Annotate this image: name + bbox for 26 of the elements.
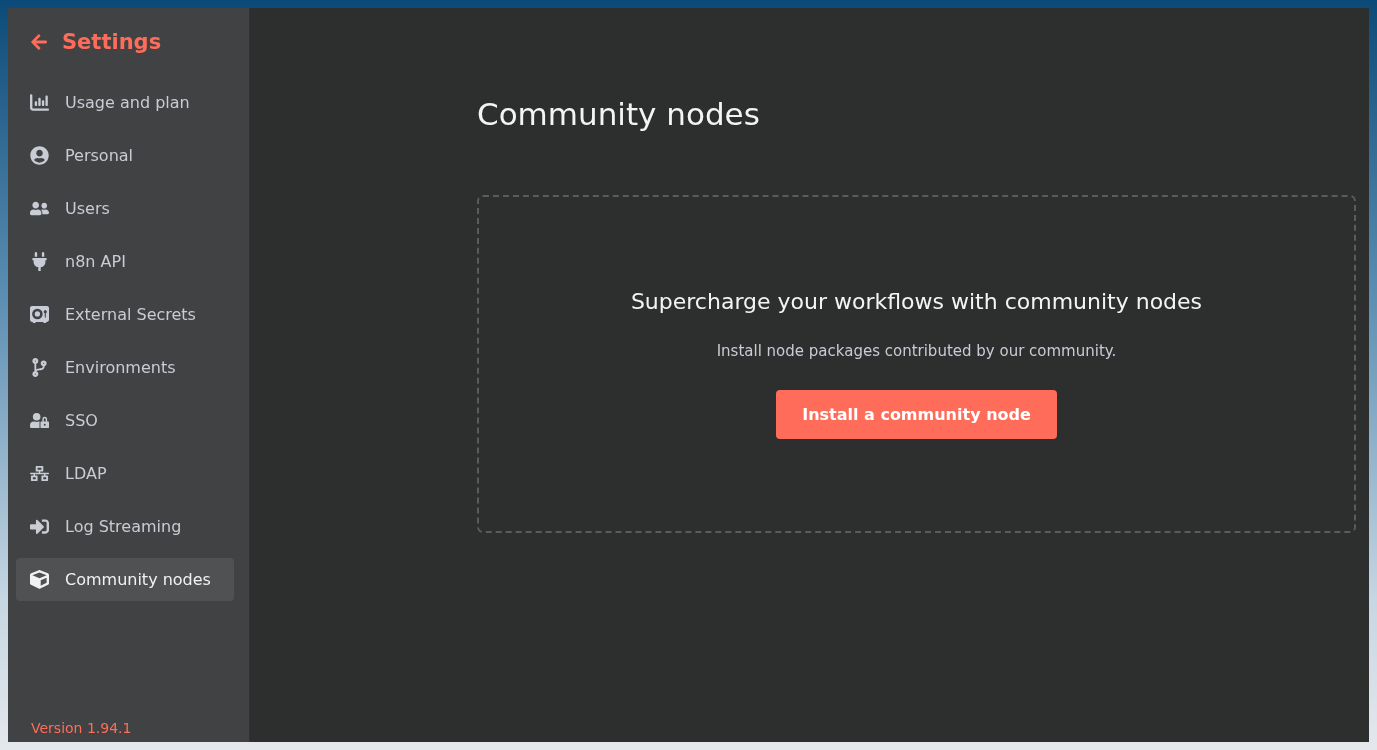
vault-icon [30, 305, 49, 324]
bar-chart-icon [30, 93, 49, 112]
sidebar-item[interactable]: Environments [16, 346, 234, 389]
plug-icon [30, 252, 49, 271]
sidebar-item[interactable]: Community nodes [16, 558, 234, 601]
cube-icon [30, 570, 49, 589]
back-arrow-icon[interactable] [30, 33, 48, 51]
empty-state-heading: Supercharge your workflows with community nodes [630, 289, 1203, 314]
sidebar-item[interactable]: SSO [16, 399, 234, 442]
network-icon [30, 464, 49, 483]
users-icon [30, 199, 49, 218]
sign-in-icon [30, 517, 49, 536]
sidebar-item[interactable]: Personal [16, 134, 234, 177]
empty-state-description: Install node packages contributed by our community. [716, 342, 1117, 360]
sidebar-item[interactable]: Users [16, 187, 234, 230]
branch-icon [30, 358, 49, 377]
settings-title: Settings [62, 30, 162, 54]
user-lock-icon [30, 411, 49, 430]
back-link[interactable]: Settings [16, 8, 234, 76]
sidebar-item[interactable]: n8n API [16, 240, 234, 283]
sidebar-item[interactable]: Usage and plan [16, 81, 234, 124]
version-label: Version 1.94.1 [30, 720, 133, 738]
sidebar-item[interactable]: Log Streaming [16, 505, 234, 548]
sidebar-item[interactable]: LDAP [16, 452, 234, 495]
page-title: Community nodes [477, 96, 761, 132]
sidebar-item[interactable]: External Secrets [16, 293, 234, 336]
